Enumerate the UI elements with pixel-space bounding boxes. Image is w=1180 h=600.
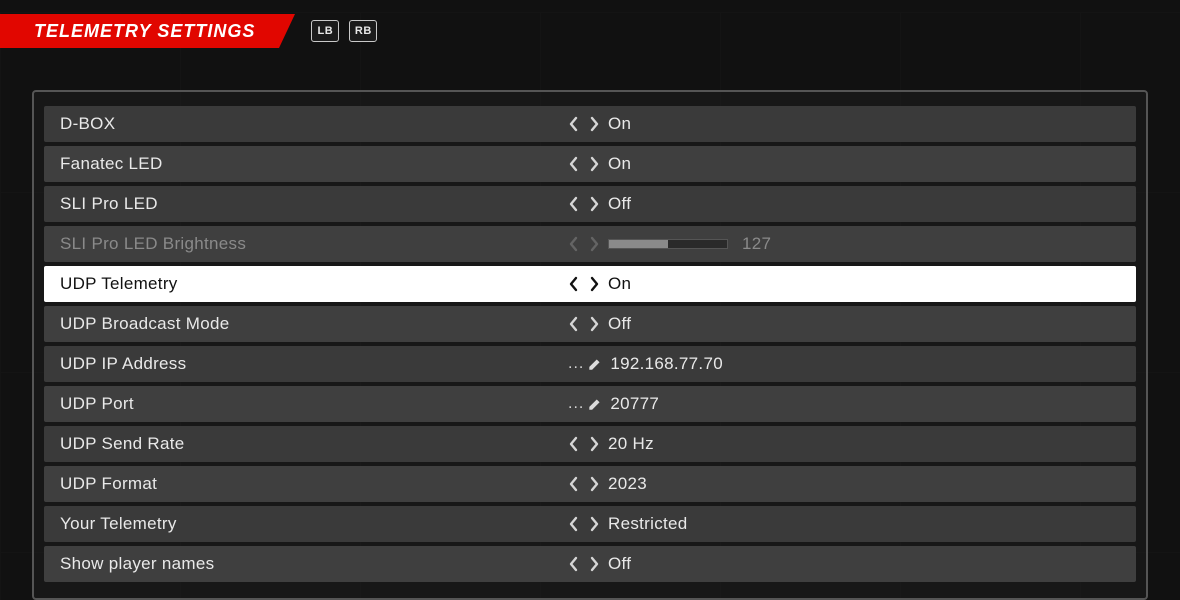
setting-label: Your Telemetry xyxy=(44,514,564,534)
setting-label: Fanatec LED xyxy=(44,154,564,174)
chevron-right-icon[interactable] xyxy=(588,276,600,292)
brightness-slider[interactable] xyxy=(608,239,728,249)
setting-value: On xyxy=(608,114,631,134)
chevron-right-icon[interactable] xyxy=(588,436,600,452)
setting-value: On xyxy=(608,274,631,294)
settings-panel: D-BOX On Fanatec LED On SLI Pro LED Off … xyxy=(32,90,1148,600)
setting-value: Restricted xyxy=(608,514,688,534)
setting-label: SLI Pro LED Brightness xyxy=(44,234,564,254)
page-title: TELEMETRY SETTINGS xyxy=(0,14,279,48)
setting-control: Restricted xyxy=(564,514,1136,534)
setting-value: Off xyxy=(608,194,631,214)
setting-control: 20 Hz xyxy=(564,434,1136,454)
setting-value: 127 xyxy=(742,234,771,254)
setting-value: 20 Hz xyxy=(608,434,654,454)
setting-row-show-player-names[interactable]: Show player names Off xyxy=(44,546,1136,582)
bumper-right-badge[interactable]: RB xyxy=(349,20,377,42)
edit-icon[interactable]: ... xyxy=(568,395,602,413)
setting-row-udp-telemetry[interactable]: UDP Telemetry On xyxy=(44,266,1136,302)
setting-row-udp-ip[interactable]: UDP IP Address ... 192.168.77.70 xyxy=(44,346,1136,382)
chevron-left-icon[interactable] xyxy=(568,196,580,212)
chevron-left-icon[interactable] xyxy=(568,556,580,572)
setting-control: Off xyxy=(564,554,1136,574)
setting-row-dbox[interactable]: D-BOX On xyxy=(44,106,1136,142)
chevron-right-icon[interactable] xyxy=(588,236,600,252)
chevron-left-icon[interactable] xyxy=(568,156,580,172)
setting-row-udp-port[interactable]: UDP Port ... 20777 xyxy=(44,386,1136,422)
chevron-right-icon[interactable] xyxy=(588,476,600,492)
setting-row-sli-pro-brightness[interactable]: SLI Pro LED Brightness 127 xyxy=(44,226,1136,262)
chevron-left-icon[interactable] xyxy=(568,236,580,252)
setting-label: UDP Port xyxy=(44,394,564,414)
setting-value: Off xyxy=(608,314,631,334)
chevron-right-icon[interactable] xyxy=(588,556,600,572)
setting-control: 127 xyxy=(564,234,1136,254)
setting-row-fanatec-led[interactable]: Fanatec LED On xyxy=(44,146,1136,182)
bumper-left-badge[interactable]: LB xyxy=(311,20,339,42)
setting-value: 20777 xyxy=(610,394,659,414)
chevron-left-icon[interactable] xyxy=(568,276,580,292)
setting-row-udp-format[interactable]: UDP Format 2023 xyxy=(44,466,1136,502)
setting-row-udp-send-rate[interactable]: UDP Send Rate 20 Hz xyxy=(44,426,1136,462)
chevron-left-icon[interactable] xyxy=(568,116,580,132)
edit-icon[interactable]: ... xyxy=(568,355,602,373)
setting-control: ... 192.168.77.70 xyxy=(564,354,1136,374)
setting-label: UDP Format xyxy=(44,474,564,494)
chevron-right-icon[interactable] xyxy=(588,156,600,172)
chevron-left-icon[interactable] xyxy=(568,476,580,492)
setting-control: 2023 xyxy=(564,474,1136,494)
setting-row-your-telemetry[interactable]: Your Telemetry Restricted xyxy=(44,506,1136,542)
setting-label: UDP IP Address xyxy=(44,354,564,374)
setting-value: 2023 xyxy=(608,474,647,494)
chevron-left-icon[interactable] xyxy=(568,516,580,532)
chevron-right-icon[interactable] xyxy=(588,116,600,132)
setting-value: On xyxy=(608,154,631,174)
setting-label: SLI Pro LED xyxy=(44,194,564,214)
chevron-left-icon[interactable] xyxy=(568,316,580,332)
setting-control: Off xyxy=(564,194,1136,214)
setting-label: UDP Send Rate xyxy=(44,434,564,454)
setting-control: On xyxy=(564,274,1136,294)
chevron-left-icon[interactable] xyxy=(568,436,580,452)
chevron-right-icon[interactable] xyxy=(588,316,600,332)
setting-label: UDP Broadcast Mode xyxy=(44,314,564,334)
setting-value: 192.168.77.70 xyxy=(610,354,723,374)
setting-control: Off xyxy=(564,314,1136,334)
setting-label: D-BOX xyxy=(44,114,564,134)
setting-row-sli-pro-led[interactable]: SLI Pro LED Off xyxy=(44,186,1136,222)
setting-value: Off xyxy=(608,554,631,574)
setting-row-udp-broadcast[interactable]: UDP Broadcast Mode Off xyxy=(44,306,1136,342)
setting-control: On xyxy=(564,154,1136,174)
setting-label: UDP Telemetry xyxy=(44,274,564,294)
setting-label: Show player names xyxy=(44,554,564,574)
setting-control: ... 20777 xyxy=(564,394,1136,414)
chevron-right-icon[interactable] xyxy=(588,196,600,212)
setting-control: On xyxy=(564,114,1136,134)
chevron-right-icon[interactable] xyxy=(588,516,600,532)
